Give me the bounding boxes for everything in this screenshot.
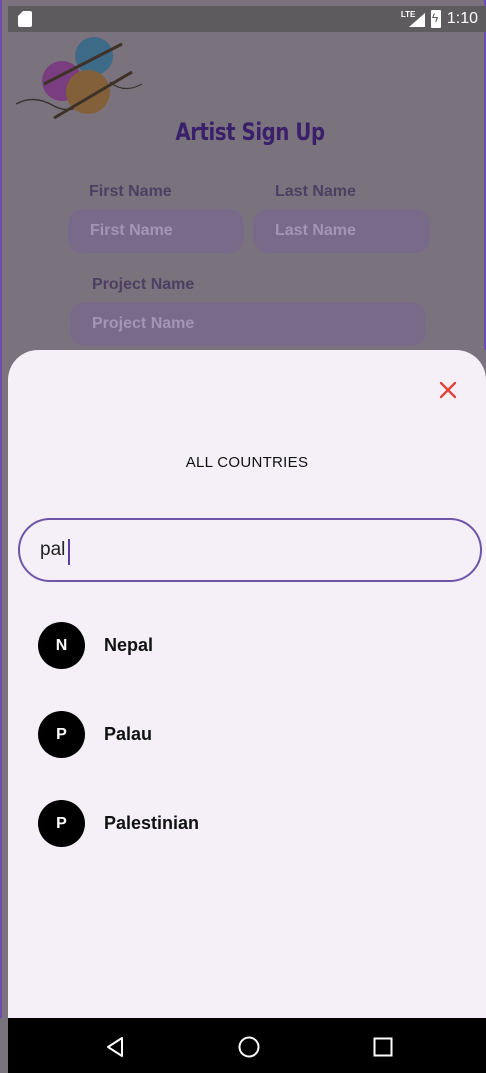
close-icon [439, 381, 457, 399]
recents-icon [373, 1037, 393, 1057]
country-picker-sheet: ALL COUNTRIES N Nepal P Palau P Palestin… [8, 350, 486, 1020]
yarn-logo [15, 37, 143, 120]
close-button[interactable] [436, 378, 460, 402]
status-time: 1:10 [446, 10, 478, 27]
country-item-palestinian[interactable]: P Palestinian [38, 800, 468, 889]
home-button[interactable] [237, 1035, 261, 1059]
country-name: Palestinian [104, 813, 200, 833]
first-name-field[interactable]: First Name [68, 209, 244, 253]
sheet-title: ALL COUNTRIES [185, 454, 309, 471]
country-avatar: P [38, 800, 85, 847]
project-name-label: Project Name [92, 276, 195, 293]
country-item-nepal[interactable]: N Nepal [38, 622, 468, 711]
country-item-palau[interactable]: P Palau [38, 711, 468, 800]
lte-signal-icon: LTE [401, 10, 425, 28]
text-cursor [68, 539, 71, 565]
battery-charging-icon [430, 10, 441, 28]
country-name: Palau [104, 724, 153, 744]
sd-card-icon [18, 11, 32, 27]
navigation-bar [8, 1018, 486, 1073]
last-name-field[interactable]: Last Name [253, 209, 430, 253]
country-search-box[interactable] [18, 518, 482, 582]
status-bar: LTE 1:10 [8, 6, 486, 32]
project-name-field[interactable]: Project Name [70, 302, 426, 346]
frame-border [0, 0, 2, 1018]
form-title: Artist Sign Up [175, 118, 325, 146]
back-icon [107, 1037, 123, 1057]
country-list: N Nepal P Palau P Palestinian [38, 622, 468, 889]
last-name-label: Last Name [275, 183, 356, 200]
home-icon [238, 1036, 260, 1058]
recents-button[interactable] [371, 1035, 395, 1059]
first-name-label: First Name [89, 183, 172, 200]
screen: LTE 1:10 Artist Sign Up First Name First… [0, 0, 486, 1073]
country-name: Nepal [104, 635, 154, 655]
country-avatar: N [38, 622, 85, 669]
country-search-input[interactable] [40, 532, 460, 568]
country-avatar: P [38, 711, 85, 758]
back-button[interactable] [103, 1035, 127, 1059]
